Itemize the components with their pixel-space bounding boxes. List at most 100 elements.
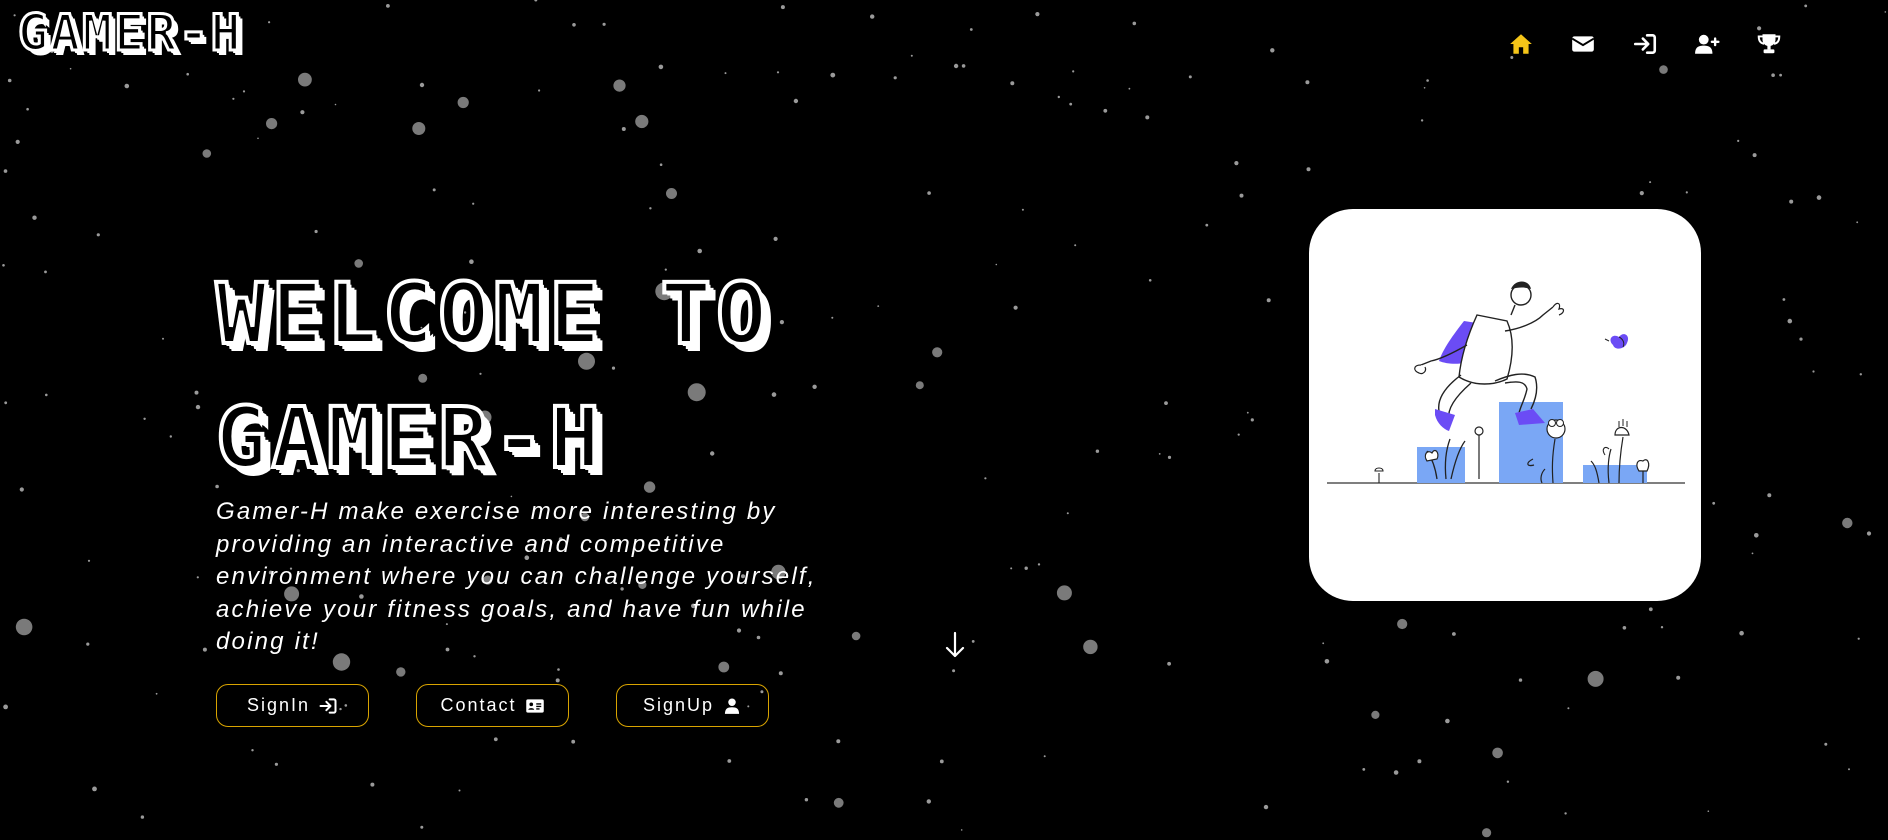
- star: [773, 236, 778, 241]
- star: [1492, 747, 1503, 759]
- star: [534, 0, 538, 2]
- nav-leaderboard[interactable]: [1753, 28, 1785, 60]
- sign-in-icon: [318, 696, 338, 716]
- star: [1884, 11, 1887, 13]
- star: [314, 229, 318, 234]
- star: [3, 169, 8, 173]
- star: [1164, 401, 1168, 405]
- star: [1095, 449, 1100, 453]
- star: [812, 384, 817, 389]
- star: [457, 96, 469, 109]
- star: [1506, 780, 1510, 783]
- star: [3, 704, 8, 710]
- star: [1013, 305, 1018, 310]
- hero-title-line2: GAMER-H: [214, 387, 606, 489]
- signin-button-label: SignIn: [246, 695, 311, 715]
- nav-signup[interactable]: [1691, 28, 1723, 60]
- hero-title: WELCOME TO GAMER-H: [214, 252, 772, 500]
- star: [1132, 21, 1137, 26]
- star: [13, 14, 16, 17]
- star: [1622, 626, 1627, 630]
- user-icon: [722, 696, 742, 716]
- star: [1148, 279, 1152, 282]
- star: [1452, 632, 1456, 636]
- star: [1305, 80, 1310, 85]
- star: [621, 127, 626, 131]
- star: [572, 23, 576, 27]
- star: [169, 435, 172, 438]
- star: [1751, 552, 1754, 555]
- star: [831, 316, 834, 319]
- star: [1306, 167, 1311, 172]
- illustration-card: [1309, 209, 1701, 601]
- star: [1128, 87, 1131, 90]
- hero-description: Gamer-H make exercise more interesting b…: [216, 498, 817, 655]
- star: [557, 668, 560, 671]
- star: [1083, 639, 1098, 655]
- star: [1482, 828, 1492, 838]
- nav-contact[interactable]: [1567, 28, 1599, 60]
- star: [953, 63, 959, 69]
- star: [298, 72, 312, 87]
- star: [877, 305, 880, 307]
- star: [1158, 453, 1161, 455]
- hero-title-line1: WELCOME TO: [214, 263, 772, 365]
- star: [1789, 199, 1794, 204]
- star: [251, 749, 254, 752]
- nav-signin[interactable]: [1629, 28, 1661, 60]
- star: [635, 114, 649, 129]
- star: [15, 139, 20, 144]
- star: [1167, 455, 1172, 459]
- nav-home[interactable]: [1505, 28, 1537, 60]
- star: [971, 640, 975, 643]
- signup-button-label: SignUp: [642, 695, 715, 715]
- star: [370, 782, 375, 787]
- star: [472, 202, 475, 205]
- sign-in-icon: [1633, 34, 1657, 54]
- arrow-down-icon[interactable]: [944, 630, 966, 660]
- star: [1021, 208, 1024, 211]
- star: [1737, 139, 1740, 142]
- address-card-icon: [525, 696, 545, 716]
- star: [274, 762, 278, 766]
- star: [1322, 642, 1325, 645]
- star: [836, 739, 841, 744]
- star: [194, 390, 199, 395]
- star: [1816, 195, 1822, 200]
- star: [1787, 318, 1793, 324]
- star: [162, 337, 164, 340]
- star: [86, 642, 90, 646]
- star: [1397, 618, 1408, 630]
- star: [1518, 678, 1523, 682]
- star: [649, 207, 652, 210]
- star: [1767, 493, 1772, 498]
- contact-button[interactable]: Contact: [416, 684, 569, 727]
- top-nav: [1505, 28, 1815, 60]
- star: [396, 667, 406, 677]
- star: [666, 188, 677, 199]
- star: [830, 72, 836, 78]
- star: [952, 669, 956, 673]
- star: [1043, 755, 1046, 758]
- star: [1423, 87, 1426, 89]
- signup-button[interactable]: SignUp: [616, 684, 769, 727]
- hurdle-jumper-illustration: [1327, 281, 1685, 484]
- star: [778, 671, 783, 676]
- star: [659, 163, 663, 166]
- logo[interactable]: GAMER-H: [17, 7, 243, 60]
- star: [45, 393, 48, 397]
- star: [1103, 108, 1108, 113]
- star: [1739, 630, 1744, 636]
- star: [242, 90, 246, 93]
- star: [1010, 81, 1015, 86]
- star: [1857, 637, 1860, 640]
- star: [1782, 298, 1786, 301]
- star: [984, 477, 987, 480]
- signin-button[interactable]: SignIn: [216, 684, 369, 727]
- star: [1205, 223, 1209, 227]
- star: [1771, 73, 1775, 77]
- star: [1859, 373, 1863, 376]
- star: [19, 487, 24, 492]
- star: [1263, 804, 1269, 810]
- star: [932, 347, 943, 358]
